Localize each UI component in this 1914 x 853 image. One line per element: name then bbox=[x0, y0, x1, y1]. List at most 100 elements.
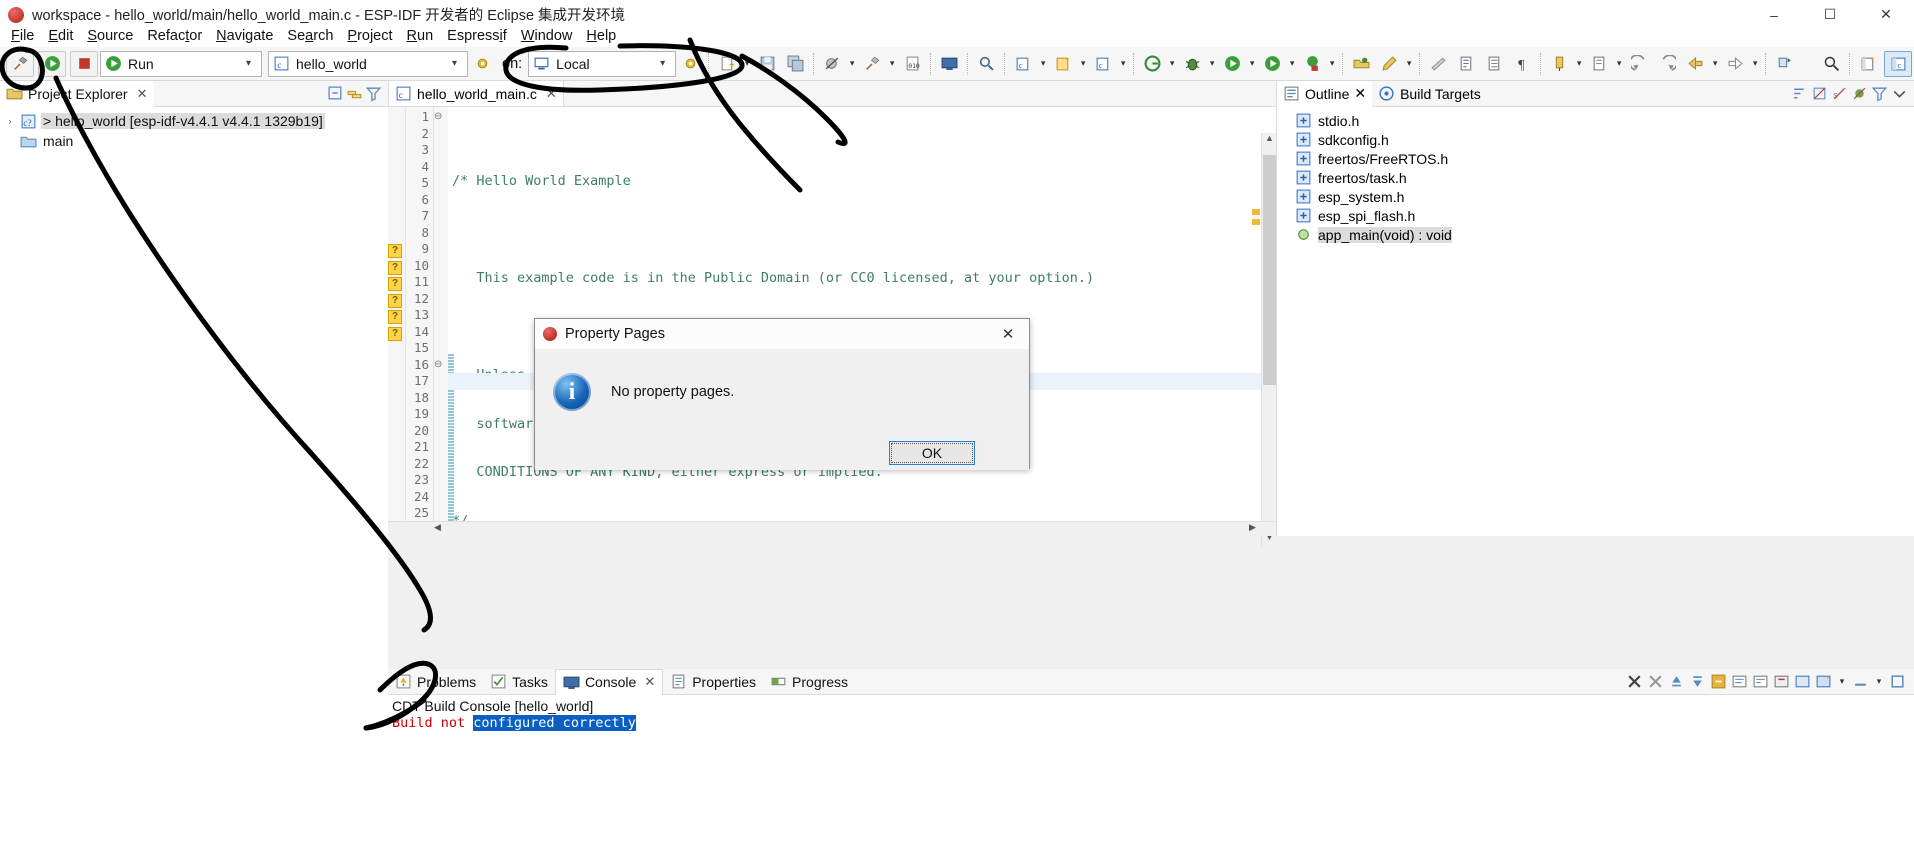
chevron-right-icon[interactable]: › bbox=[4, 116, 16, 126]
launch-config-combo[interactable]: c hello_world ▾ bbox=[268, 50, 468, 77]
open-type-icon[interactable] bbox=[1347, 51, 1375, 77]
close-icon[interactable]: ✕ bbox=[137, 86, 148, 102]
new-console-view-icon[interactable] bbox=[1815, 673, 1832, 690]
launch-mode-combo[interactable]: Run ▾ bbox=[100, 50, 262, 77]
filter-icon[interactable] bbox=[1871, 85, 1888, 102]
menu-window[interactable]: Window bbox=[514, 27, 580, 45]
skip-breakpoints-icon[interactable] bbox=[818, 51, 846, 77]
tab-build-targets[interactable]: Build Targets bbox=[1372, 81, 1487, 107]
chevron-down-icon[interactable]: ▾ bbox=[1836, 676, 1848, 687]
terminate-icon[interactable] bbox=[1626, 673, 1643, 690]
chevron-down-icon[interactable]: ▾ bbox=[654, 58, 671, 69]
menu-refactor[interactable]: Refactor bbox=[140, 27, 209, 45]
tab-problems[interactable]: Problems bbox=[388, 669, 483, 695]
chevron-down-icon[interactable]: ▾ bbox=[1613, 58, 1625, 69]
next-annotation-icon[interactable] bbox=[1452, 51, 1480, 77]
remove-launch-icon[interactable] bbox=[1647, 673, 1664, 690]
terminal-icon[interactable] bbox=[935, 51, 963, 77]
marker-gutter[interactable]: ? ? ? ? ? ? bbox=[388, 107, 406, 536]
chevron-down-icon[interactable]: ▾ bbox=[1166, 58, 1178, 69]
outline-item[interactable]: freertos/task.h bbox=[1277, 168, 1914, 187]
prev-annotation-icon[interactable] bbox=[1480, 51, 1508, 77]
build-icon[interactable] bbox=[858, 51, 886, 77]
pilcrow-icon[interactable]: ¶ bbox=[1508, 51, 1536, 77]
tab-project-explorer[interactable]: Project Explorer ✕ bbox=[0, 80, 154, 107]
scroll-right-arrow[interactable]: ▶ bbox=[1245, 522, 1260, 537]
chevron-down-icon[interactable]: ▾ bbox=[1873, 676, 1885, 687]
hide-nonpublic-icon[interactable] bbox=[1851, 85, 1868, 102]
open-console-icon[interactable] bbox=[1731, 673, 1748, 690]
word-wrap-icon[interactable] bbox=[1752, 673, 1769, 690]
chevron-down-icon[interactable]: ▾ bbox=[446, 58, 463, 69]
save-all-icon[interactable] bbox=[781, 51, 809, 77]
run-green-icon[interactable] bbox=[1218, 51, 1246, 77]
git-icon[interactable] bbox=[1138, 51, 1166, 77]
chevron-down-icon[interactable]: ▾ bbox=[1403, 58, 1415, 69]
close-icon[interactable]: ✕ bbox=[1354, 85, 1366, 102]
tab-tasks[interactable]: Tasks bbox=[483, 669, 555, 695]
editor-vertical-scrollbar[interactable]: ▲ ▼ bbox=[1261, 133, 1276, 547]
gear-icon[interactable] bbox=[468, 51, 496, 77]
menu-project[interactable]: Project bbox=[340, 27, 399, 45]
chevron-down-icon[interactable]: ▾ bbox=[1286, 58, 1298, 69]
outline-item-app-main[interactable]: app_main(void) : void bbox=[1277, 225, 1914, 244]
tree-item-main[interactable]: main bbox=[0, 131, 388, 151]
link-with-editor-icon[interactable] bbox=[346, 85, 363, 102]
outline-item[interactable]: stdio.h bbox=[1277, 111, 1914, 130]
chevron-down-icon[interactable]: ▾ bbox=[1749, 58, 1761, 69]
hide-fields-icon[interactable] bbox=[1811, 85, 1828, 102]
debug-icon[interactable] bbox=[1178, 51, 1206, 77]
search-icon[interactable] bbox=[972, 51, 1000, 77]
new-class-icon[interactable] bbox=[1049, 51, 1077, 77]
scroll-lock-icon[interactable] bbox=[1668, 673, 1685, 690]
menu-source[interactable]: Source bbox=[80, 27, 140, 45]
maximize-icon[interactable] bbox=[1889, 673, 1906, 690]
warning-marker-icon[interactable]: ? bbox=[388, 260, 402, 275]
property-pages-dialog[interactable]: Property Pages ✕ i No property pages. OK bbox=[534, 318, 1030, 470]
run-icon[interactable] bbox=[38, 50, 66, 77]
run-alt-icon[interactable] bbox=[1258, 51, 1286, 77]
chevron-down-icon[interactable]: ▾ bbox=[1117, 58, 1129, 69]
chevron-down-icon[interactable]: ▾ bbox=[1077, 58, 1089, 69]
tab-outline[interactable]: Outline ✕ bbox=[1277, 80, 1373, 107]
ok-button[interactable]: OK bbox=[889, 440, 975, 465]
menu-edit[interactable]: Edit bbox=[41, 27, 80, 45]
target-combo[interactable]: Local ▾ bbox=[528, 50, 677, 77]
chevron-down-icon[interactable]: ▾ bbox=[741, 58, 753, 69]
minimize-icon[interactable] bbox=[1852, 673, 1869, 690]
hammer-icon[interactable] bbox=[6, 50, 34, 77]
clear-console-icon[interactable] bbox=[1773, 673, 1790, 690]
warning-marker-icon[interactable]: ? bbox=[388, 293, 402, 308]
chevron-down-icon[interactable]: ▾ bbox=[1573, 58, 1585, 69]
view-menu-filter-icon[interactable] bbox=[365, 85, 382, 102]
chevron-down-icon[interactable]: ▾ bbox=[1037, 58, 1049, 69]
warning-marker-icon[interactable]: ? bbox=[388, 277, 402, 291]
new-c-project-icon[interactable]: c bbox=[1009, 51, 1037, 77]
gear-icon-2[interactable] bbox=[676, 51, 704, 77]
chevron-down-icon[interactable]: ▾ bbox=[846, 58, 858, 69]
chevron-down-icon[interactable]: ▾ bbox=[1206, 58, 1218, 69]
menu-file[interactable]: File bbox=[4, 27, 41, 45]
sort-icon[interactable] bbox=[1791, 85, 1808, 102]
pin-console-icon[interactable] bbox=[1689, 673, 1706, 690]
outline-item[interactable]: sdkconfig.h bbox=[1277, 130, 1914, 149]
scroll-left-arrow[interactable]: ◀ bbox=[430, 522, 445, 537]
hide-static-icon[interactable]: s bbox=[1831, 85, 1848, 102]
menu-espressif[interactable]: Espressif bbox=[440, 27, 514, 45]
new-perspective-icon[interactable] bbox=[1854, 51, 1882, 77]
outline-item[interactable]: freertos/FreeRTOS.h bbox=[1277, 149, 1914, 168]
menu-search[interactable]: Search bbox=[280, 27, 340, 45]
warning-overview-marker[interactable] bbox=[1252, 209, 1260, 215]
close-icon[interactable]: ✕ bbox=[644, 674, 655, 690]
menu-run[interactable]: Run bbox=[400, 27, 441, 45]
chevron-down-icon[interactable]: ▾ bbox=[1709, 58, 1721, 69]
chevron-down-icon[interactable]: ▾ bbox=[240, 58, 257, 69]
chevron-down-icon[interactable]: ▾ bbox=[1326, 58, 1338, 69]
show-console-icon[interactable] bbox=[1794, 673, 1811, 690]
next-edit-icon[interactable] bbox=[1721, 51, 1749, 77]
folding-gutter[interactable]: ⊖ ⊖ bbox=[434, 107, 448, 536]
tab-progress[interactable]: Progress bbox=[763, 669, 855, 695]
scrollbar-thumb[interactable] bbox=[1263, 155, 1276, 385]
collapse-all-icon[interactable] bbox=[327, 85, 344, 102]
bookmark-icon[interactable] bbox=[1545, 51, 1573, 77]
